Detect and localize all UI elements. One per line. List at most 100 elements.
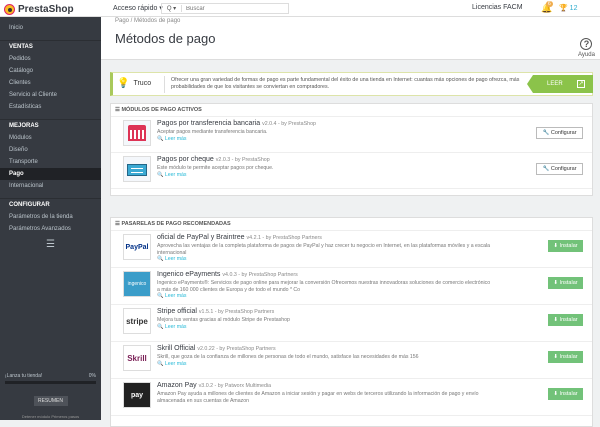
- module-title: Pagos por cheque: [157, 156, 214, 163]
- trophy-icon[interactable]: 🏆 12: [559, 4, 577, 12]
- sidebar-item-servicio-al-cliente[interactable]: Servicio al Cliente: [0, 89, 101, 101]
- search-input[interactable]: [182, 5, 282, 12]
- module-name: Amazon Pay v3.0.2 - by Patworx Multimedi…: [157, 382, 271, 389]
- description-text: Ingenico ePayments®: Servicios de pago o…: [157, 280, 491, 293]
- help-label: Ayuda: [578, 52, 595, 58]
- stripe-logo: stripe: [123, 308, 151, 334]
- button-label: Configurar: [550, 130, 577, 136]
- module-description: Mejora tus ventas gracias al módulo Stri…: [157, 317, 493, 330]
- trophy-count: 12: [569, 5, 578, 12]
- wrench-icon: 🔧: [542, 130, 550, 136]
- ingenico-logo: ingenico: [123, 271, 151, 297]
- module-version: v2.0.22 - by PrestaShop Partners: [197, 346, 276, 352]
- sidebar-item-internacional[interactable]: Internacional: [0, 180, 101, 192]
- module-name: Stripe official v1.5.1 - by PrestaShop P…: [157, 308, 274, 315]
- pay-logo: pay: [123, 382, 151, 408]
- read-more-link[interactable]: 🔍 Leer más: [157, 172, 187, 178]
- sidebar-item-estad-sticas[interactable]: Estadísticas: [0, 101, 101, 113]
- sidebar-section-ventas: VENTAS: [0, 40, 101, 53]
- read-more-label: LEER: [547, 81, 563, 87]
- read-more-link[interactable]: 🔍 Leer más: [157, 324, 187, 330]
- read-more-link[interactable]: 🔍 Leer más: [157, 136, 187, 142]
- description-text: Aceptar pagos mediante transferencia ban…: [157, 129, 268, 135]
- download-icon: ⬇: [553, 280, 559, 286]
- download-icon: ⬇: [553, 317, 559, 323]
- sidebar-item-dise-o[interactable]: Diseño: [0, 144, 101, 156]
- module-description: Aprovecha las ventajas de la completa pl…: [157, 243, 493, 263]
- sidebar-item-transporte[interactable]: Transporte: [0, 156, 101, 168]
- menu-icon[interactable]: ☰: [0, 239, 101, 250]
- description-text: Amazon Pay ayuda a millones de clientes …: [157, 391, 479, 404]
- progress-bar: [5, 381, 96, 384]
- button-label: Configurar: [550, 166, 577, 172]
- tip-label: Truco: [133, 80, 152, 87]
- read-more-link[interactable]: 🔍 Leer más: [157, 293, 187, 299]
- wrench-icon: 🔧: [542, 166, 550, 172]
- prestashop-logo[interactable]: PrestaShop: [4, 2, 74, 16]
- skrill-logo: Skrill: [123, 345, 151, 371]
- breadcrumb[interactable]: Pago / Métodos de pago: [115, 18, 180, 24]
- sidebar-item-clientes[interactable]: Clientes: [0, 77, 101, 89]
- read-more-link[interactable]: 🔍 Leer más: [157, 256, 187, 262]
- module-title: Ingenico ePayments: [157, 271, 221, 278]
- read-more-text: Leer más: [164, 360, 187, 367]
- description-text: Skrill, que goza de la confianza de mill…: [157, 354, 419, 360]
- help-icon: ?: [580, 38, 593, 50]
- sidebar-item-cat-logo[interactable]: Catálogo: [0, 65, 101, 77]
- read-more-button[interactable]: LEER ↗: [527, 75, 593, 93]
- panel-title: ☰ PASARELAS DE PAGO RECOMENDADAS: [111, 218, 592, 231]
- progress-value: 0%: [88, 373, 96, 379]
- module-row: Skrill Skrill Official v2.0.22 - by Prest…: [111, 342, 592, 379]
- divider: [164, 76, 165, 93]
- sidebar-item-m-dulos[interactable]: Módulos: [0, 132, 101, 144]
- progress-label: ¡Lanza tu tienda!: [5, 373, 43, 379]
- recommended-panel: ☰ PASARELAS DE PAGO RECOMENDADAS PayPal o…: [110, 217, 593, 427]
- tip-text: Ofrecer una gran variedad de formas de p…: [171, 77, 520, 90]
- module-description: Amazon Pay ayuda a millones de clientes …: [157, 391, 493, 404]
- module-description: Skrill, que goza de la confianza de mill…: [157, 354, 493, 367]
- module-name: Ingenico ePayments v4.0.3 - by PrestaSho…: [157, 271, 298, 278]
- install-button[interactable]: ⬇ Instalar: [548, 388, 583, 400]
- notification-badge: 6: [546, 1, 553, 7]
- read-more-text: Leer más: [164, 171, 187, 178]
- search-icon[interactable]: Q ▾: [162, 5, 182, 12]
- module-name: oficial de PayPal y Braintree v4.2.1 - b…: [157, 234, 322, 241]
- install-button[interactable]: ⬇ Instalar: [548, 240, 583, 252]
- puffin-icon: [4, 3, 15, 15]
- install-button[interactable]: ⬇ Instalar: [548, 351, 583, 363]
- module-row: pay Amazon Pay v3.0.2 - by Patworx Multim…: [111, 379, 592, 416]
- read-more-link[interactable]: 🔍 Leer más: [157, 361, 187, 367]
- paypal-logo: PayPal: [123, 234, 151, 260]
- quick-access-dropdown[interactable]: Acceso rápido ▾: [113, 4, 163, 12]
- description-text: Mejora tus ventas gracias al módulo Stri…: [157, 317, 290, 323]
- module-description: Ingenico ePayments®: Servicios de pago o…: [157, 280, 493, 300]
- module-title: Skrill Official: [157, 345, 196, 352]
- active-modules-panel: ☰ MÓDULOS DE PAGO ACTIVOS Pagos por tran…: [110, 103, 593, 196]
- module-name: Pagos por transferencia bancaria v2.0.4 …: [157, 120, 316, 127]
- button-label: Instalar: [559, 243, 578, 249]
- sidebar-item-inicio[interactable]: Inicio: [0, 22, 101, 34]
- help-button[interactable]: ? Ayuda: [578, 38, 595, 58]
- module-title: Amazon Pay: [157, 382, 197, 389]
- deactivate-link[interactable]: Detener módulo Primeros pasos: [0, 414, 101, 419]
- search-box: Q ▾: [161, 3, 289, 14]
- configure-button[interactable]: 🔧 Configurar: [536, 127, 583, 139]
- description-text: Aprovecha las ventajas de la completa pl…: [157, 243, 491, 256]
- module-row: stripe Stripe official v1.5.1 - by Presta…: [111, 305, 592, 342]
- sidebar-item-pedidos[interactable]: Pedidos: [0, 53, 101, 65]
- read-more-text: Leer más: [164, 256, 187, 262]
- install-button[interactable]: ⬇ Instalar: [548, 277, 583, 289]
- shop-name-link[interactable]: Licencias FACM: [472, 4, 523, 11]
- module-row: PayPal oficial de PayPal y Braintree v4.2…: [111, 231, 592, 268]
- page-header: Pago / Métodos de pago Métodos de pago: [101, 17, 600, 60]
- sidebar-item-par-metros-de-la-tienda[interactable]: Parámetros de la tienda: [0, 211, 101, 223]
- sidebar-item-pago[interactable]: Pago: [0, 168, 101, 180]
- button-label: Instalar: [559, 391, 578, 397]
- sidebar-item-par-metros-avanzados[interactable]: Parámetros Avanzados: [0, 223, 101, 235]
- configure-button[interactable]: 🔧 Configurar: [536, 163, 583, 175]
- module-version: v3.0.2 - by Patworx Multimedia: [198, 383, 272, 389]
- resumen-button[interactable]: RESUMEN: [33, 396, 68, 406]
- panel-title-text: MÓDULOS DE PAGO ACTIVOS: [121, 107, 202, 113]
- install-button[interactable]: ⬇ Instalar: [548, 314, 583, 326]
- lightbulb-icon: 💡: [117, 78, 130, 89]
